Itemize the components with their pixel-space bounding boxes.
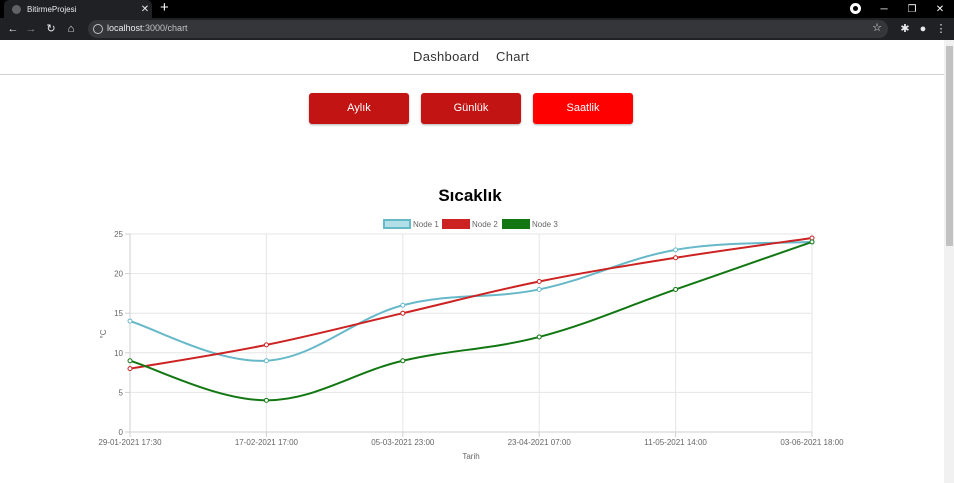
y-tick-label: 25 [114, 230, 123, 239]
hourly-button[interactable]: Saatlik [533, 93, 633, 124]
account-icon[interactable]: ● [914, 20, 932, 38]
tab-close-icon[interactable]: ✕ [138, 4, 152, 15]
browser-tab[interactable]: BitirmeProjesi ✕ [4, 0, 152, 18]
data-point [673, 286, 679, 292]
reload-icon[interactable]: ↻ [42, 20, 60, 38]
toolbar-actions: ✱ ● ⋮ [896, 20, 950, 38]
window-controls: ─ ❐ ✕ [870, 0, 954, 18]
x-tick-label: 11-05-2021 14:00 [644, 438, 707, 447]
data-point [127, 318, 133, 324]
menu-dots-icon[interactable]: ⋮ [932, 20, 950, 38]
profile-icon[interactable] [850, 3, 861, 14]
series-line-node-2 [129, 236, 813, 370]
nav-dashboard-link[interactable]: Dashboard [413, 49, 479, 64]
home-icon[interactable]: ⌂ [62, 20, 80, 38]
url-text[interactable]: localhost:3000/chart [107, 23, 188, 33]
x-axis-label: Tarih [462, 452, 479, 461]
legend-label: Node 2 [472, 220, 498, 229]
y-tick-label: 20 [114, 270, 123, 279]
browser-toolbar: ← → ↻ ⌂ localhost:3000/chart ☆ ✱ ● ⋮ [0, 18, 954, 40]
chart-axes: 0 5 10 15 20 25 29-01-2021 17:30 17-02-2021 17:… [98, 230, 844, 447]
scrollbar[interactable] [944, 40, 954, 483]
data-point [127, 366, 133, 372]
forward-arrow-icon[interactable]: → [22, 20, 40, 38]
y-tick-label: 0 [119, 428, 124, 437]
url-path: :3000/chart [142, 23, 188, 33]
legend-label: Node 3 [532, 220, 558, 229]
data-point [400, 358, 406, 364]
x-tick-label: 29-01-2021 17:30 [98, 438, 162, 447]
data-point [809, 239, 815, 245]
data-point [809, 239, 815, 245]
y-tick-label: 5 [119, 388, 124, 397]
info-icon[interactable] [93, 24, 103, 34]
globe-icon [12, 4, 21, 14]
legend-label: Node 1 [413, 220, 439, 229]
series-line-node-3 [129, 240, 813, 402]
new-tab-button[interactable]: + [160, 0, 169, 18]
series-line-node-1 [129, 240, 813, 362]
data-point [263, 358, 269, 364]
data-point [263, 342, 269, 348]
restore-button[interactable]: ❐ [898, 4, 926, 15]
y-tick-label: 15 [114, 309, 123, 318]
y-axis-label: °C [99, 329, 108, 338]
legend-swatch [502, 219, 530, 229]
data-point [673, 255, 679, 261]
tab-title: BitirmeProjesi [27, 4, 77, 14]
nav-chart-link[interactable]: Chart [496, 49, 529, 64]
x-tick-label: 03-06-2021 18:00 [780, 438, 844, 447]
back-arrow-icon[interactable]: ← [4, 20, 22, 38]
extensions-icon[interactable]: ✱ [896, 20, 914, 38]
top-navbar: Dashboard Chart [0, 40, 944, 75]
data-point [809, 235, 815, 241]
chart-title: Sıcaklık [438, 186, 502, 205]
minimize-button[interactable]: ─ [870, 4, 898, 15]
y-tick-label: 10 [114, 349, 123, 358]
x-tick-label: 23-04-2021 07:00 [508, 438, 572, 447]
x-tick-label: 17-02-2021 17:00 [235, 438, 299, 447]
data-point [127, 358, 133, 364]
close-window-button[interactable]: ✕ [926, 4, 954, 15]
chart-series [127, 235, 815, 403]
data-point [263, 397, 269, 403]
url-host: localhost [107, 23, 143, 33]
data-point [400, 310, 406, 316]
x-tick-label: 05-03-2021 23:00 [371, 438, 435, 447]
monthly-button[interactable]: Aylık [309, 93, 409, 124]
data-point [536, 334, 542, 340]
legend-swatch [442, 219, 470, 229]
data-point [400, 302, 406, 308]
address-bar[interactable]: localhost:3000/chart ☆ [88, 20, 888, 38]
data-point [536, 286, 542, 292]
bookmark-star-icon[interactable]: ☆ [872, 21, 882, 34]
daily-button[interactable]: Günlük [421, 93, 521, 124]
data-point [673, 247, 679, 253]
scrollbar-thumb[interactable] [946, 46, 953, 246]
browser-tab-bar: BitirmeProjesi ✕ + ─ ❐ ✕ [0, 0, 954, 18]
page-content: Dashboard Chart Aylık Günlük Saatlik Sıc… [0, 40, 944, 483]
chart-grid [129, 233, 813, 433]
legend-swatch [383, 219, 411, 229]
data-point [536, 279, 542, 285]
chart-legend: Node 1 Node 2 Node 3 [383, 219, 558, 229]
